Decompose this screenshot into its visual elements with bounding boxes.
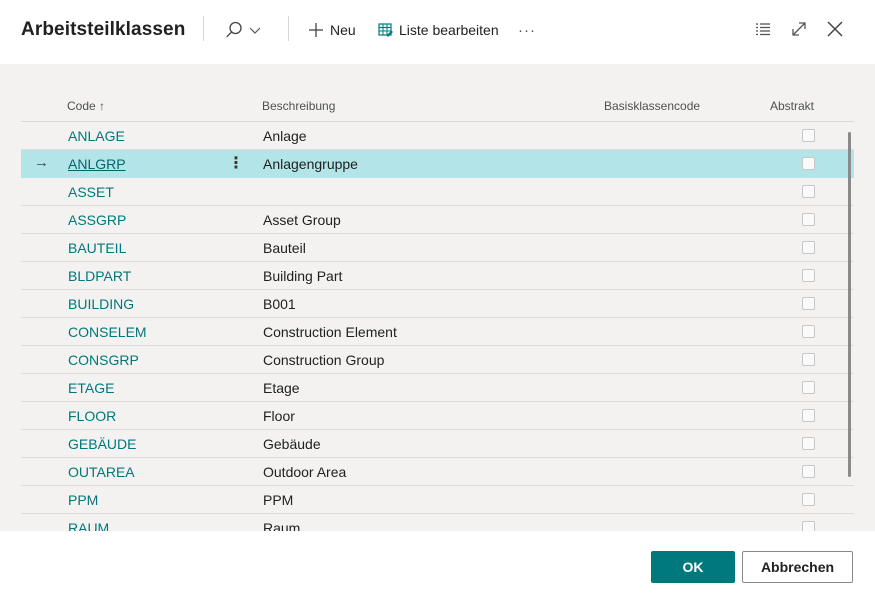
search-icon bbox=[226, 21, 242, 38]
list-content: Code ↑ Beschreibung Basisklassencode Abs… bbox=[0, 64, 875, 531]
abstract-checkbox[interactable] bbox=[802, 297, 815, 310]
table-row[interactable]: FLOOR Floor bbox=[21, 402, 854, 430]
row-code[interactable]: RAUM bbox=[68, 520, 109, 531]
expand-icon bbox=[792, 22, 806, 36]
row-code[interactable]: CONSGRP bbox=[68, 352, 139, 368]
header-divider bbox=[203, 16, 204, 41]
edit-list-label: Liste bearbeiten bbox=[399, 22, 499, 38]
edit-list-button[interactable]: Liste bearbeiten bbox=[378, 17, 499, 43]
row-code[interactable]: ETAGE bbox=[68, 380, 114, 396]
row-code[interactable]: ANLAGE bbox=[68, 128, 125, 144]
abstract-checkbox[interactable] bbox=[802, 269, 815, 282]
row-description: Etage bbox=[263, 380, 300, 396]
row-description: Outdoor Area bbox=[263, 464, 347, 480]
arrow-right-icon: → bbox=[34, 154, 49, 171]
list-view-button[interactable] bbox=[752, 18, 774, 40]
abstract-checkbox[interactable] bbox=[802, 493, 815, 506]
row-description: Floor bbox=[263, 408, 295, 424]
column-header-row: Code ↑ Beschreibung Basisklassencode Abs… bbox=[21, 92, 854, 122]
cancel-button[interactable]: Abbrechen bbox=[742, 551, 853, 583]
row-code[interactable]: GEBÄUDE bbox=[68, 436, 136, 452]
close-button[interactable] bbox=[824, 18, 846, 40]
row-code[interactable]: BUILDING bbox=[68, 296, 134, 312]
close-icon bbox=[827, 21, 843, 37]
row-description: Asset Group bbox=[263, 212, 341, 228]
column-header-base-class-code[interactable]: Basisklassencode bbox=[604, 99, 700, 113]
abstract-checkbox[interactable] bbox=[802, 185, 815, 198]
row-description: Gebäude bbox=[263, 436, 321, 452]
new-button[interactable]: Neu bbox=[308, 17, 356, 43]
row-menu-icon[interactable]: ⋮ bbox=[228, 153, 244, 175]
chevron-down-icon bbox=[249, 27, 261, 34]
table-row[interactable]: BAUTEIL Bauteil bbox=[21, 234, 854, 262]
table-row[interactable]: ASSGRP Asset Group bbox=[21, 206, 854, 234]
row-description: Construction Element bbox=[263, 324, 397, 340]
abstract-checkbox[interactable] bbox=[802, 213, 815, 226]
row-code[interactable]: OUTAREA bbox=[68, 464, 135, 480]
abstract-checkbox[interactable] bbox=[802, 521, 815, 531]
row-code[interactable]: BLDPART bbox=[68, 268, 131, 284]
table-row[interactable]: CONSELEM Construction Element bbox=[21, 318, 854, 346]
table-row[interactable]: ANLAGE Anlage bbox=[21, 122, 854, 150]
row-code[interactable]: ANLGRP bbox=[68, 156, 126, 172]
row-description: Bauteil bbox=[263, 240, 306, 256]
row-code[interactable]: PPM bbox=[68, 492, 98, 508]
row-description: Raum bbox=[263, 520, 301, 531]
row-code[interactable]: FLOOR bbox=[68, 408, 116, 424]
abstract-checkbox[interactable] bbox=[802, 241, 815, 254]
row-code[interactable]: ASSET bbox=[68, 184, 114, 200]
ok-button[interactable]: OK bbox=[651, 551, 735, 583]
table-row[interactable]: BUILDING B001 bbox=[21, 290, 854, 318]
table-row[interactable]: OUTAREA Outdoor Area bbox=[21, 458, 854, 486]
plus-icon bbox=[309, 23, 323, 37]
data-grid: Code ↑ Beschreibung Basisklassencode Abs… bbox=[21, 64, 854, 531]
table-row[interactable]: GEBÄUDE Gebäude bbox=[21, 430, 854, 458]
row-code[interactable]: CONSELEM bbox=[68, 324, 147, 340]
row-description: PPM bbox=[263, 492, 294, 508]
column-header-code[interactable]: Code ↑ bbox=[67, 99, 105, 113]
expand-button[interactable] bbox=[788, 18, 810, 40]
table-row[interactable]: ASSET bbox=[21, 178, 854, 206]
list-icon bbox=[756, 23, 770, 36]
row-description: Building Part bbox=[263, 268, 343, 284]
row-description: Anlage bbox=[263, 128, 307, 144]
page-title: Arbeitsteilklassen bbox=[21, 19, 186, 40]
abstract-checkbox[interactable] bbox=[802, 409, 815, 422]
row-description: Construction Group bbox=[263, 352, 385, 368]
dialog-header: Arbeitsteilklassen Neu Liste bearbeiten bbox=[0, 0, 875, 64]
row-description: Anlagengruppe bbox=[263, 156, 358, 172]
more-options-button[interactable]: ··· bbox=[516, 17, 538, 43]
table-row[interactable]: CONSGRP Construction Group bbox=[21, 346, 854, 374]
search-button[interactable] bbox=[224, 16, 270, 44]
table-row[interactable]: BLDPART Building Part bbox=[21, 262, 854, 290]
abstract-checkbox[interactable] bbox=[802, 325, 815, 338]
new-button-label: Neu bbox=[330, 22, 356, 38]
row-description: B001 bbox=[263, 296, 296, 312]
table-row[interactable]: ETAGE Etage bbox=[21, 374, 854, 402]
abstract-checkbox[interactable] bbox=[802, 129, 815, 142]
column-header-description[interactable]: Beschreibung bbox=[262, 99, 335, 113]
dialog-footer: OK Abbrechen bbox=[0, 531, 875, 605]
table-row-selected[interactable]: → ANLGRP ⋮ Anlagengruppe bbox=[21, 150, 854, 178]
column-header-abstract[interactable]: Abstrakt bbox=[770, 99, 814, 113]
table-body: ANLAGE Anlage → ANLGRP ⋮ Anlagengruppe A… bbox=[21, 122, 854, 531]
abstract-checkbox[interactable] bbox=[802, 353, 815, 366]
header-divider bbox=[288, 16, 289, 41]
abstract-checkbox[interactable] bbox=[802, 465, 815, 478]
row-code[interactable]: ASSGRP bbox=[68, 212, 126, 228]
table-row[interactable]: PPM PPM bbox=[21, 486, 854, 514]
abstract-checkbox[interactable] bbox=[802, 437, 815, 450]
abstract-checkbox[interactable] bbox=[802, 381, 815, 394]
edit-list-icon bbox=[378, 23, 393, 37]
vertical-scrollbar[interactable] bbox=[848, 132, 851, 477]
row-code[interactable]: BAUTEIL bbox=[68, 240, 126, 256]
abstract-checkbox[interactable] bbox=[802, 157, 815, 170]
more-icon: ··· bbox=[518, 21, 536, 39]
table-row[interactable]: RAUM Raum bbox=[21, 514, 854, 531]
